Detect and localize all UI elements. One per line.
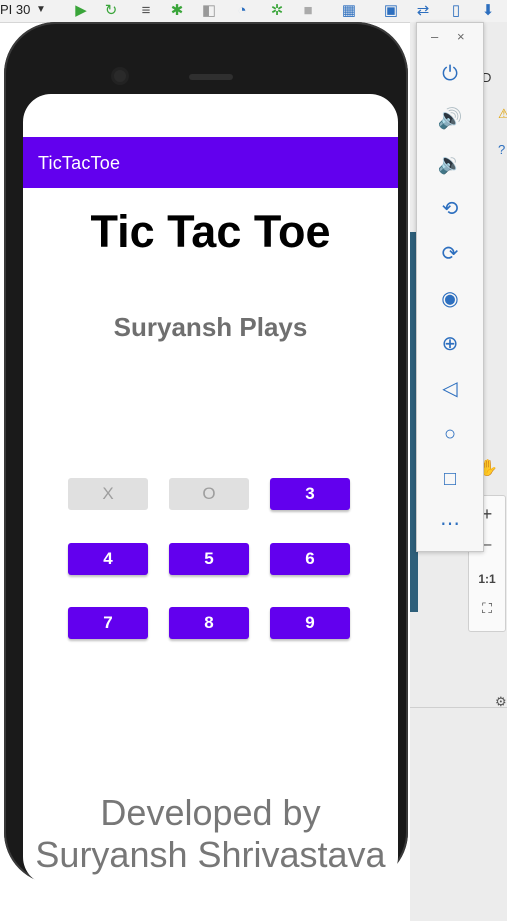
cell-4-button[interactable]: 4: [68, 543, 148, 575]
home-icon[interactable]: ○: [435, 419, 465, 449]
app-bar: TicTacToe: [23, 137, 398, 188]
rotate-left-icon[interactable]: ⟲: [435, 194, 465, 224]
debug-icon[interactable]: ✱: [168, 2, 186, 20]
turn-indicator: Suryansh Plays: [113, 312, 308, 342]
credit-line-2: Suryansh Shrivastava: [35, 834, 386, 875]
zoom-icon[interactable]: ⊕: [435, 329, 465, 359]
divider: [410, 707, 507, 708]
cell-7-button[interactable]: 7: [68, 607, 148, 639]
volume-up-icon[interactable]: 🔊: [435, 104, 465, 134]
emulator-toolbar: – × ⏻ 🔊 🔉 ⟲ ⟳ ◉ ⊕ ◁ ○ □ ⋯: [416, 22, 484, 552]
app-bar-title: TicTacToe: [38, 153, 121, 173]
credit-line-1: Developed by: [100, 792, 321, 833]
volume-down-icon[interactable]: 🔉: [435, 149, 465, 179]
cell-5-button[interactable]: 5: [169, 543, 249, 575]
run-icon[interactable]: ▶: [72, 2, 90, 20]
cell-9-button[interactable]: 9: [270, 607, 350, 639]
cell-2-button[interactable]: O: [169, 478, 249, 510]
overview-icon[interactable]: □: [435, 464, 465, 494]
fit-screen-icon[interactable]: ⛶: [469, 600, 505, 617]
api-level-label[interactable]: PI 30: [0, 2, 30, 17]
minimize-button[interactable]: –: [431, 29, 438, 44]
developer-credit: Developed by Suryansh Shrivastava: [23, 792, 398, 876]
logcat-icon[interactable]: ≡: [137, 2, 155, 20]
more-options-icon[interactable]: ⋯: [435, 509, 465, 539]
device-screen: TicTacToe Tic Tac Toe Suryansh Plays X O…: [23, 94, 398, 885]
power-icon[interactable]: ⏻: [435, 59, 465, 89]
device-icon[interactable]: ▯: [447, 2, 465, 20]
rotate-right-icon[interactable]: ⟳: [435, 239, 465, 269]
zoom-actual-size-button[interactable]: 1:1: [469, 572, 505, 586]
warning-icon[interactable]: ⚠: [498, 106, 507, 122]
game-title: Tic Tac Toe: [90, 206, 331, 257]
attach-debugger-icon[interactable]: ◧: [200, 2, 218, 20]
emulator-phone-frame: TicTacToe Tic Tac Toe Suryansh Plays X O…: [4, 22, 408, 885]
ide-toolbar: PI 30 ▼ ▶ ↻ ≡ ✱ ◧ ◔ ✲ ■ ▦ ▣ ⇄ ▯ ⬇: [0, 0, 507, 23]
cell-8-button[interactable]: 8: [169, 607, 249, 639]
device-manager-icon[interactable]: ▦: [340, 2, 358, 20]
emulator-icon[interactable]: ▣: [382, 2, 400, 20]
profiler-icon[interactable]: ◔: [233, 2, 251, 20]
stop-icon[interactable]: ■: [299, 2, 317, 20]
sync-icon[interactable]: ⇄: [414, 2, 432, 20]
sdk-manager-icon[interactable]: ⬇: [479, 2, 497, 20]
cell-3-button[interactable]: 3: [270, 478, 350, 510]
back-icon[interactable]: ◁: [435, 374, 465, 404]
chevron-down-icon[interactable]: ▼: [36, 4, 46, 15]
close-button[interactable]: ×: [457, 29, 465, 44]
attach-process-icon[interactable]: ✲: [268, 2, 286, 20]
earpiece-speaker: [189, 74, 233, 80]
front-camera: [114, 70, 126, 82]
camera-icon[interactable]: ◉: [435, 284, 465, 314]
help-icon[interactable]: ?: [498, 142, 505, 157]
cell-6-button[interactable]: 6: [270, 543, 350, 575]
apply-changes-icon[interactable]: ↻: [102, 2, 120, 20]
cell-1-button[interactable]: X: [68, 478, 148, 510]
